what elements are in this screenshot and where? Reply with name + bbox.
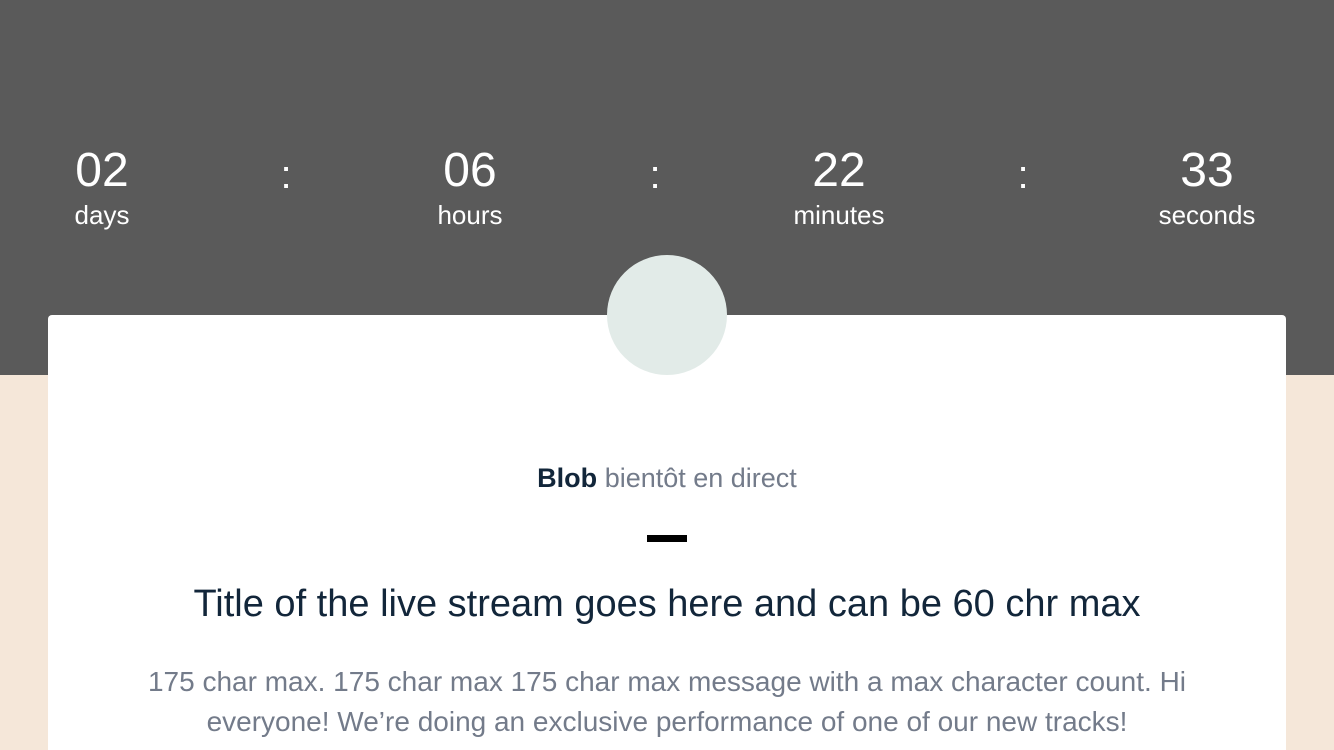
days-label: days [74, 200, 130, 230]
artist-avatar[interactable] [607, 255, 727, 375]
hours-value: 06 [443, 144, 497, 197]
countdown-days: 02 days [2, 142, 202, 230]
seconds-label: seconds [1158, 200, 1256, 230]
countdown-separator: : [1017, 153, 1029, 197]
minutes-value: 22 [812, 144, 866, 197]
countdown-hours: 06 hours [370, 142, 570, 230]
countdown-seconds: 33 seconds [1107, 142, 1307, 230]
stream-title: Title of the live stream goes here and c… [193, 583, 1141, 625]
stream-message: 175 char max. 175 char max 175 char max … [147, 666, 1187, 737]
seconds-value: 33 [1180, 144, 1234, 197]
countdown-separator: : [280, 153, 292, 197]
live-status-line: Blob bientôt en direct [0, 460, 1334, 496]
countdown-separator: : [649, 153, 661, 197]
divider-dash [647, 535, 687, 542]
hours-label: hours [437, 200, 503, 230]
countdown-minutes: 22 minutes [739, 142, 939, 230]
artist-name[interactable]: Blob [537, 463, 597, 493]
minutes-label: minutes [793, 200, 885, 230]
countdown-timer: 02 days : 06 hours : 22 minutes : 33 sec… [0, 0, 1334, 260]
days-value: 02 [75, 144, 129, 197]
live-status-text: bientôt en direct [604, 463, 797, 493]
